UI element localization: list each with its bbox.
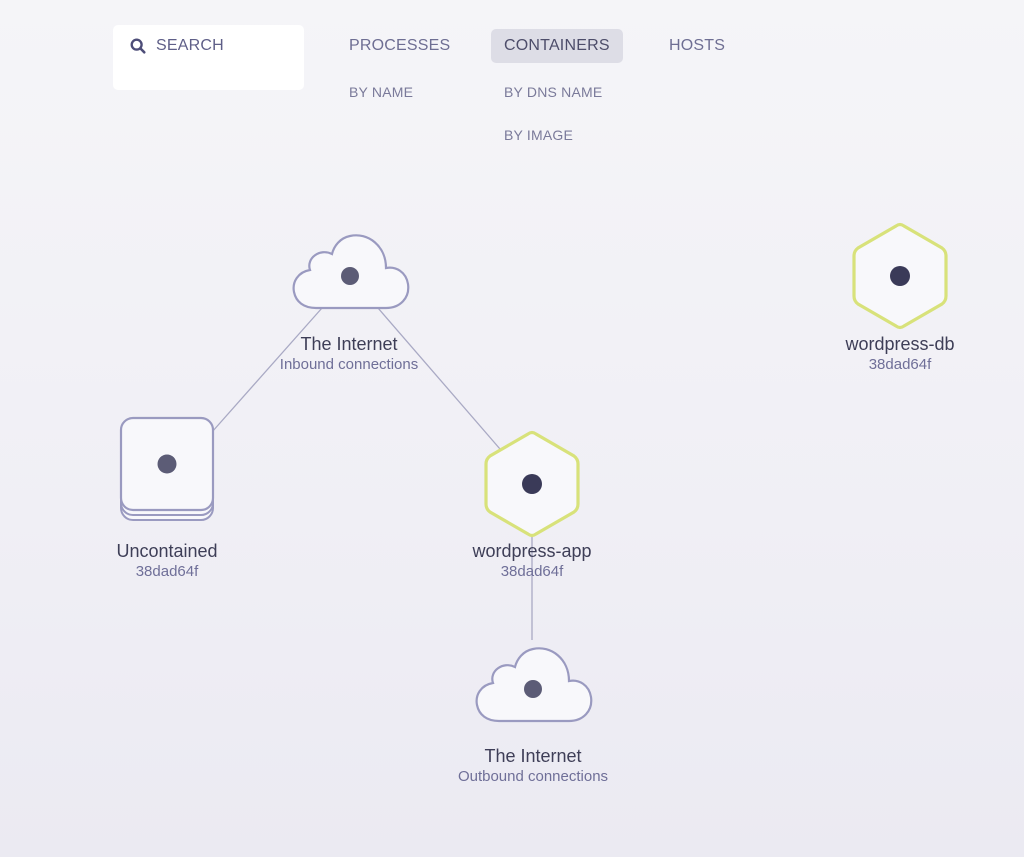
node-internet-inbound[interactable] [292,234,410,310]
node-title: The Internet [484,746,582,766]
node-dot [890,266,910,286]
node-dot [522,474,542,494]
node-wordpress-db[interactable] [852,222,948,330]
node-subtitle: Inbound connections [279,356,419,373]
node-title: wordpress-db [845,334,955,354]
node-title: The Internet [300,334,398,354]
node-subtitle: 38dad64f [500,563,564,580]
topology-graph [119,222,948,723]
node-subtitle: 38dad64f [135,563,199,580]
node-title: wordpress-app [472,541,592,561]
node-subtitle: 38dad64f [868,356,932,373]
node-dot [524,680,542,698]
node-internet-outbound[interactable] [475,647,593,723]
edge-internet-in-to-wordpress-app [377,307,501,450]
node-title: Uncontained [116,541,218,561]
node-uncontained[interactable] [119,416,215,521]
label-wordpress-db[interactable]: wordpress-db 38dad64f [845,333,954,375]
label-internet-inbound[interactable]: The Internet Inbound connections [280,333,418,375]
node-subtitle: Outbound connections [457,768,609,785]
node-dot [341,267,359,285]
label-wordpress-app[interactable]: wordpress-app 38dad64f [472,540,591,582]
label-uncontained[interactable]: Uncontained 38dad64f [116,540,217,582]
node-dot [157,454,177,474]
label-internet-outbound[interactable]: The Internet Outbound connections [458,745,608,787]
